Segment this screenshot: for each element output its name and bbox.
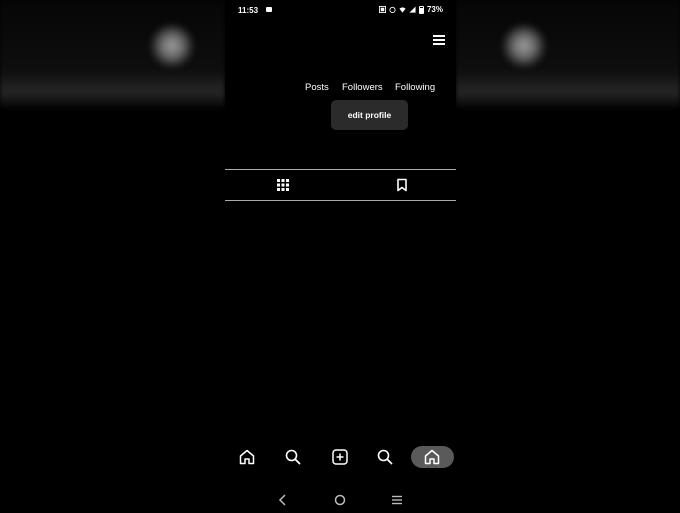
bottom-navigation — [225, 444, 456, 470]
battery-icon — [418, 5, 424, 14]
wifi-icon — [399, 7, 406, 13]
back-icon[interactable] — [276, 493, 290, 507]
blurred-background-left — [0, 0, 225, 513]
search-icon[interactable] — [284, 448, 302, 466]
following-label[interactable]: Following — [395, 82, 435, 93]
status-bar: 11:53 73% — [225, 0, 456, 20]
bookmark-icon[interactable] — [395, 178, 409, 192]
nav-active-home-button[interactable] — [411, 446, 454, 468]
blurred-header-band — [456, 0, 680, 108]
android-navigation-bar — [225, 490, 456, 512]
home-circle-icon[interactable] — [333, 493, 347, 507]
cast-icon — [378, 6, 386, 13]
battery-percentage: 73% — [426, 5, 443, 14]
tab-divider-top — [225, 169, 456, 170]
recents-icon[interactable] — [390, 493, 404, 507]
hamburger-menu-icon[interactable] — [431, 32, 447, 46]
add-icon[interactable] — [331, 448, 349, 466]
search-icon[interactable] — [376, 448, 394, 466]
edit-profile-button[interactable]: edit profile — [331, 100, 408, 130]
status-time: 11:53 — [238, 6, 259, 15]
edit-profile-label: edit profile — [347, 110, 392, 120]
home-icon — [424, 449, 440, 465]
posts-label[interactable]: Posts — [305, 82, 329, 93]
blurred-avatar — [502, 24, 546, 68]
followers-label[interactable]: Followers — [342, 82, 383, 93]
tab-divider-bottom — [225, 200, 456, 201]
grid-icon[interactable] — [276, 178, 290, 192]
signal-icon — [409, 6, 416, 13]
home-icon[interactable] — [238, 448, 256, 466]
alarm-icon — [389, 6, 396, 13]
blurred-background-right — [456, 0, 680, 513]
phone-screen: 11:53 73% Posts Followers Following edit… — [225, 0, 456, 513]
blurred-avatar — [150, 24, 194, 68]
status-icons: 73% — [378, 5, 443, 14]
screen-record-icon — [266, 7, 272, 12]
